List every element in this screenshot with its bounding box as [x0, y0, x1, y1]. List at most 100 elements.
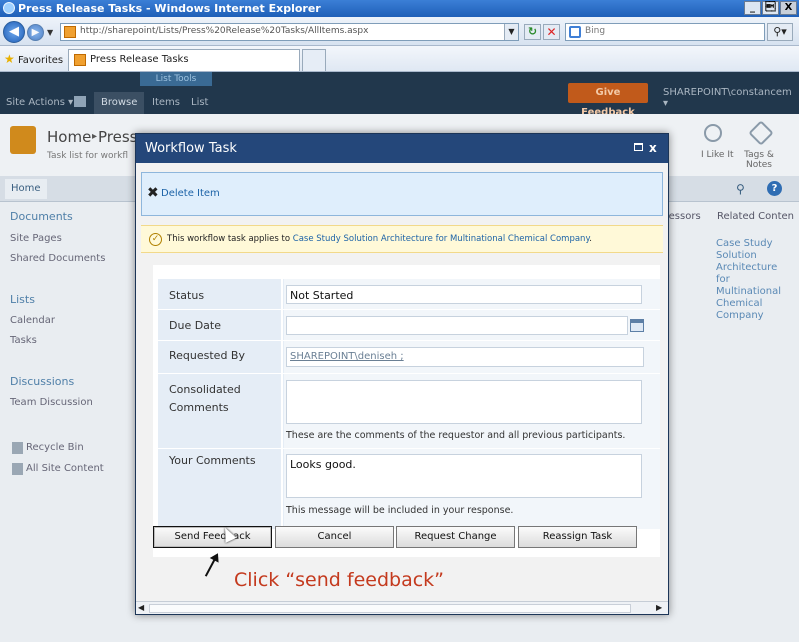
thumbs-up-icon[interactable] [704, 124, 722, 142]
ql-discussions[interactable]: Discussions [10, 375, 74, 388]
compatibility-refresh-button[interactable]: ↻ [524, 24, 541, 40]
tag-icon[interactable] [748, 120, 774, 146]
horizontal-scrollbar[interactable]: ◀ ▶ [136, 601, 668, 614]
search-input[interactable]: Bing [565, 23, 765, 41]
delete-item-link[interactable]: Delete Item [161, 188, 220, 199]
ql-calendar[interactable]: Calendar [10, 315, 55, 326]
workflow-notice: ✓ This workflow task applies to Case Stu… [141, 225, 663, 253]
reassign-task-button[interactable]: Reassign Task [518, 526, 637, 548]
workflow-task-dialog: Workflow Task x ✖ Delete Item ✓ This wor… [135, 133, 669, 615]
maximize-icon[interactable] [634, 143, 643, 151]
notice-item-link[interactable]: Case Study Solution Architecture for Mul… [293, 234, 590, 244]
ql-documents[interactable]: Documents [10, 210, 73, 223]
status-label: Status [169, 289, 205, 302]
consolidated-comments-label: Consolidated Comments [169, 383, 241, 414]
breadcrumb-list[interactable]: Press [98, 128, 137, 146]
ql-all-site-content[interactable]: All Site Content [26, 463, 104, 474]
site-content-icon [12, 463, 23, 475]
give-feedback-button[interactable]: Give Feedback [568, 83, 648, 118]
tutorial-annotation: Click “send feedback” [234, 569, 445, 591]
recycle-bin-icon [12, 442, 23, 454]
site-search-icon[interactable]: ⚲ [736, 182, 745, 196]
new-tab-button[interactable] [302, 49, 326, 71]
requested-by-field[interactable]: SHAREPOINT\deniseh ; [286, 347, 644, 367]
breadcrumb-separator-icon: ▸ [92, 131, 98, 142]
send-feedback-button[interactable]: Send Feedback [153, 526, 272, 548]
ql-lists[interactable]: Lists [10, 293, 35, 306]
navigate-up-icon[interactable] [74, 96, 86, 107]
ql-recycle-bin[interactable]: Recycle Bin [26, 442, 84, 453]
close-icon[interactable]: x [649, 134, 657, 163]
consolidated-comments-hint: These are the comments of the requestor … [286, 430, 626, 441]
tab-title: Press Release Tasks [90, 54, 189, 65]
notice-suffix: . [589, 234, 592, 244]
topnav-home[interactable]: Home [5, 179, 47, 199]
like-label[interactable]: I Like It [701, 150, 734, 160]
address-dropdown-icon[interactable]: ▼ [504, 24, 518, 40]
tab-favicon-icon [74, 54, 86, 66]
back-button[interactable]: ◀ [3, 21, 25, 43]
list-columns-right: ecessors Related Conten Case Study Solut… [652, 202, 799, 642]
favorites-label: Favorites [17, 55, 64, 66]
your-comments-field[interactable]: Looks good. [286, 454, 642, 498]
address-bar[interactable]: http://sharepoint/Lists/Press%20Release%… [60, 23, 519, 41]
cancel-button[interactable]: Cancel [275, 526, 394, 548]
calendar-icon[interactable] [630, 319, 644, 332]
window-title: Press Release Tasks - Windows Internet E… [18, 2, 321, 15]
dialog-toolbar: ✖ Delete Item [141, 172, 663, 216]
minimize-button[interactable]: _ [744, 1, 761, 15]
scroll-right-icon[interactable]: ▶ [656, 603, 662, 612]
request-change-button[interactable]: Request Change [396, 526, 515, 548]
ql-team-discussion[interactable]: Team Discussion [10, 397, 93, 408]
due-date-label: Due Date [169, 319, 221, 332]
stop-button[interactable]: ✕ [543, 24, 560, 40]
delete-icon[interactable]: ✖ [147, 185, 159, 201]
scroll-thumb[interactable] [149, 604, 631, 613]
consolidated-comments-field[interactable] [286, 380, 642, 424]
due-date-field[interactable] [286, 316, 628, 335]
search-button[interactable]: ⚲▾ [767, 23, 793, 41]
list-tools-label: List Tools [140, 72, 212, 86]
browser-title-bar: Press Release Tasks - Windows Internet E… [0, 0, 799, 17]
page-description: Task list for workfl [47, 151, 129, 161]
scroll-left-icon[interactable]: ◀ [138, 603, 144, 612]
annotation-arrow-icon [204, 554, 218, 577]
notice-text: This workflow task applies to Case Study… [167, 234, 592, 244]
tab-list[interactable]: List [184, 92, 215, 114]
consolidated-comments-cell: These are the comments of the requestor … [284, 374, 660, 448]
status-cell: Not Started [284, 279, 660, 309]
related-content-link[interactable]: Case Study Solution Architecture for Mul… [716, 238, 794, 322]
search-placeholder: Bing [585, 26, 606, 36]
quick-launch: Documents Site Pages Shared Documents Li… [0, 202, 130, 642]
help-icon[interactable]: ? [767, 181, 782, 196]
ql-site-pages[interactable]: Site Pages [10, 233, 62, 244]
forward-button[interactable]: ▶ [27, 24, 44, 41]
column-header-related-content[interactable]: Related Conten [717, 211, 794, 222]
site-favicon-icon [64, 26, 76, 38]
history-dropdown-icon[interactable]: ▼ [47, 28, 53, 37]
status-field[interactable]: Not Started [286, 285, 642, 304]
tags-notes-label[interactable]: Tags & Notes [744, 150, 774, 170]
site-actions-menu[interactable]: Site Actions ▾ [6, 97, 73, 108]
dialog-body: ✖ Delete Item ✓ This workflow task appli… [136, 163, 668, 601]
dialog-title: Workflow Task [145, 141, 237, 156]
form-fields: Status Not Started Due Date Requested By… [158, 279, 660, 529]
requested-by-cell: SHAREPOINT\deniseh ; [284, 341, 660, 373]
tab-items[interactable]: Items [145, 92, 187, 114]
breadcrumb-home[interactable]: Home [47, 128, 91, 146]
tab-browse[interactable]: Browse [94, 92, 145, 114]
requested-by-label: Requested By [169, 349, 245, 362]
url-text[interactable]: http://sharepoint/Lists/Press%20Release%… [80, 26, 368, 36]
restore-button[interactable]:  [762, 1, 779, 15]
ie-logo-icon [3, 2, 15, 14]
browser-tab[interactable]: Press Release Tasks [68, 49, 300, 71]
close-window-button[interactable]: X [780, 1, 797, 15]
notice-prefix: This workflow task applies to [167, 234, 293, 244]
sp-ribbon: List Tools Site Actions ▾ Browse Items L… [0, 72, 799, 118]
favorites-button[interactable]: ★ Favorites [4, 52, 63, 66]
user-menu[interactable]: SHAREPOINT\constancem ▾ [663, 87, 799, 109]
ql-shared-documents[interactable]: Shared Documents [10, 253, 105, 264]
ql-tasks[interactable]: Tasks [10, 335, 37, 346]
column-divider [281, 279, 283, 529]
your-comments-label: Your Comments [169, 454, 256, 467]
